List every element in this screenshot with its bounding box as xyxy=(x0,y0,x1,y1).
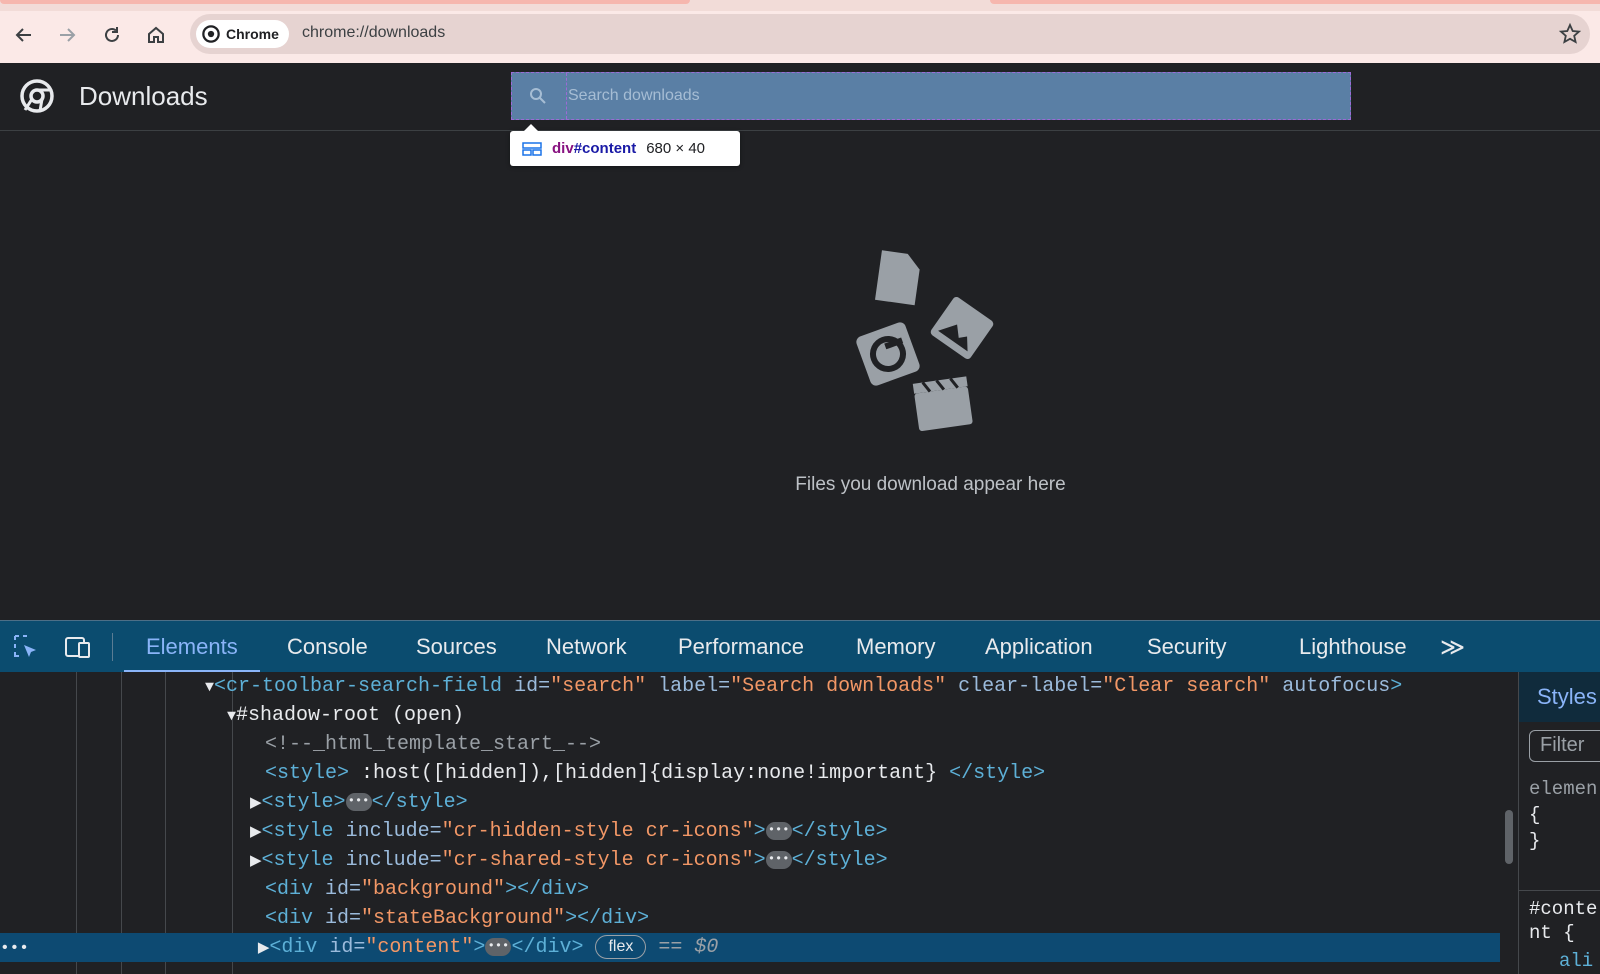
search-field[interactable] xyxy=(511,72,1351,120)
ellipsis-button[interactable]: ••• xyxy=(765,821,792,840)
tab-console[interactable]: Console xyxy=(287,621,368,673)
site-chip-label: Chrome xyxy=(226,26,279,42)
expand-triangle-icon[interactable]: ▼ xyxy=(205,679,214,696)
omnibox[interactable]: Chrome chrome://downloads xyxy=(190,14,1590,54)
tooltip-tag: div xyxy=(552,140,574,157)
bookmark-star-icon[interactable] xyxy=(1558,22,1582,46)
tab-security[interactable]: Security xyxy=(1147,621,1226,673)
site-chip[interactable]: Chrome xyxy=(196,20,289,48)
home-button[interactable] xyxy=(140,19,172,51)
element-style-label: elemen xyxy=(1529,778,1598,800)
arrow-left-icon xyxy=(15,28,31,42)
dom-node[interactable]: <style> :host([hidden]),[hidden]{display… xyxy=(0,759,1500,788)
dom-node[interactable]: <div id="background"></div> xyxy=(0,875,1500,904)
more-tabs-button[interactable]: ≫ xyxy=(1440,633,1465,662)
search-input[interactable] xyxy=(568,73,1338,119)
downloads-header: Downloads xyxy=(0,63,1600,131)
empty-message: Files you download appear here xyxy=(795,474,1066,495)
dom-node[interactable]: ▶<style include="cr-shared-style cr-icon… xyxy=(0,846,1500,875)
empty-downloads-illustration xyxy=(856,250,994,432)
forward-button[interactable] xyxy=(51,19,83,51)
expand-triangle-icon[interactable]: ▶ xyxy=(250,853,262,870)
chrome-logo-icon xyxy=(20,79,54,113)
styles-filter-input[interactable]: Filter xyxy=(1529,730,1600,762)
chrome-logo-icon xyxy=(202,25,220,43)
dom-scrollbar[interactable] xyxy=(1505,810,1513,864)
tab-application[interactable]: Application xyxy=(985,621,1093,673)
arrow-right-icon xyxy=(60,28,76,42)
dom-tree: ▼<cr-toolbar-search-field id="search" la… xyxy=(0,672,1500,974)
tab-sources[interactable]: Sources xyxy=(416,621,497,673)
reload-icon xyxy=(105,27,119,42)
dom-node[interactable]: ▼<cr-toolbar-search-field id="search" la… xyxy=(0,672,1500,701)
styles-pane: Styles Filter elemen { } #conte nt { ali xyxy=(1518,672,1600,974)
tab-performance[interactable]: Performance xyxy=(678,621,804,673)
dom-node[interactable]: <!--_html_template_start_--> xyxy=(0,730,1500,759)
tab-lighthouse[interactable]: Lighthouse xyxy=(1299,621,1407,673)
brace: { xyxy=(1529,804,1541,826)
tab-elements[interactable]: Elements xyxy=(124,621,260,673)
dom-node-selected[interactable]: ••• ▶<div id="content"> ••• </div> flex == … xyxy=(0,933,1500,962)
devtools-panel: Elements Console Sources Network Perform… xyxy=(0,620,1600,974)
flex-layout-icon xyxy=(522,141,542,156)
image-icon xyxy=(930,296,994,360)
tooltip-size: 680 × 40 xyxy=(646,140,706,157)
ellipsis-button[interactable]: ••• xyxy=(485,937,512,956)
css-selector[interactable]: #conte xyxy=(1529,898,1597,920)
page-title: Downloads xyxy=(79,81,208,111)
devtools-tabbar: Elements Console Sources Network Perform… xyxy=(0,620,1600,673)
file-icon xyxy=(875,250,920,306)
rule-divider xyxy=(1519,890,1600,891)
tab[interactable] xyxy=(990,0,1600,4)
dom-node[interactable]: ▶<style> ••• </style> xyxy=(0,788,1500,817)
ellipsis-button[interactable]: ••• xyxy=(765,850,792,869)
css-property[interactable]: ali xyxy=(1559,950,1593,972)
chrome-logo-icon xyxy=(856,322,920,386)
brace: } xyxy=(1529,830,1541,852)
css-selector[interactable]: nt { xyxy=(1529,922,1575,944)
tabbar-separator xyxy=(112,633,113,661)
search-icon xyxy=(530,88,546,104)
flex-badge[interactable]: flex xyxy=(595,934,647,959)
inspect-padding-guide xyxy=(566,73,567,119)
tab-memory[interactable]: Memory xyxy=(856,621,935,673)
tab[interactable] xyxy=(0,0,690,4)
back-button[interactable] xyxy=(8,19,40,51)
dom-node[interactable]: ▶<style include="cr-hidden-style cr-icon… xyxy=(0,817,1500,846)
expand-triangle-icon[interactable]: ▶ xyxy=(250,795,262,812)
home-icon xyxy=(148,26,164,43)
ellipsis-button[interactable]: ••• xyxy=(345,792,372,811)
expand-triangle-icon[interactable]: ▼ xyxy=(227,708,236,725)
video-icon xyxy=(912,376,973,432)
expand-triangle-icon[interactable]: ▶ xyxy=(250,824,262,841)
reload-button[interactable] xyxy=(96,19,128,51)
expand-triangle-icon[interactable]: ▶ xyxy=(258,940,270,957)
inspect-element-icon[interactable] xyxy=(12,633,40,661)
inspect-tooltip: div #content 680 × 40 xyxy=(510,124,740,166)
tab-styles[interactable]: Styles xyxy=(1519,672,1600,722)
node-actions-icon[interactable]: ••• xyxy=(0,939,29,957)
url-text[interactable]: chrome://downloads xyxy=(302,24,445,42)
device-toolbar-icon[interactable] xyxy=(64,633,92,661)
tab-network[interactable]: Network xyxy=(546,621,627,673)
browser-toolbar: Chrome chrome://downloads xyxy=(0,11,1600,63)
dom-node[interactable]: ▼#shadow-root (open) xyxy=(0,701,1500,730)
tooltip-id: #content xyxy=(573,140,637,157)
tab-strip xyxy=(0,0,1600,11)
dom-node[interactable]: <div id="stateBackground"></div> xyxy=(0,904,1500,933)
